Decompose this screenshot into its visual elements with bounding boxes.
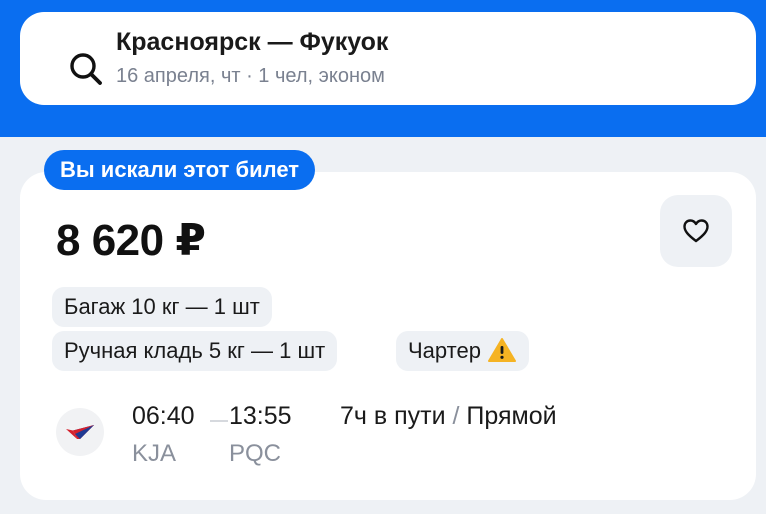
flight-duration: 7ч в пути / Прямой	[340, 402, 557, 431]
charter-chip: Чартер	[396, 331, 529, 371]
arrival-airport-code: PQC	[229, 440, 282, 467]
search-details: 16 апреля, чт · 1 чел, эконом	[116, 65, 385, 87]
departure-time: 06:40	[132, 402, 195, 430]
flight-type: Прямой	[466, 402, 557, 430]
charter-label: Чартер	[408, 338, 481, 363]
airline-logo-icon	[56, 408, 104, 456]
duration-separator: /	[452, 402, 460, 430]
duration-text: 7ч в пути	[340, 402, 446, 430]
departure-airport-code: KJA	[132, 440, 177, 467]
baggage-chip: Багаж 10 кг — 1 шт	[52, 287, 272, 327]
arrival-time: 13:55	[229, 402, 292, 430]
time-separator	[210, 420, 228, 422]
search-icon	[70, 53, 102, 85]
hand-luggage-chip: Ручная кладь 5 кг — 1 шт	[52, 331, 338, 371]
favorite-button[interactable]	[660, 195, 732, 267]
search-summary-card[interactable]: Красноярск — Фукуок 16 апреля, чт · 1 че…	[20, 12, 756, 105]
route-title: Красноярск — Фукуок	[116, 28, 389, 56]
searched-ticket-badge: Вы искали этот билет	[44, 150, 316, 190]
ticket-price: 8 620 ₽	[56, 216, 206, 265]
warning-icon	[487, 338, 516, 363]
heart-icon	[683, 219, 709, 243]
